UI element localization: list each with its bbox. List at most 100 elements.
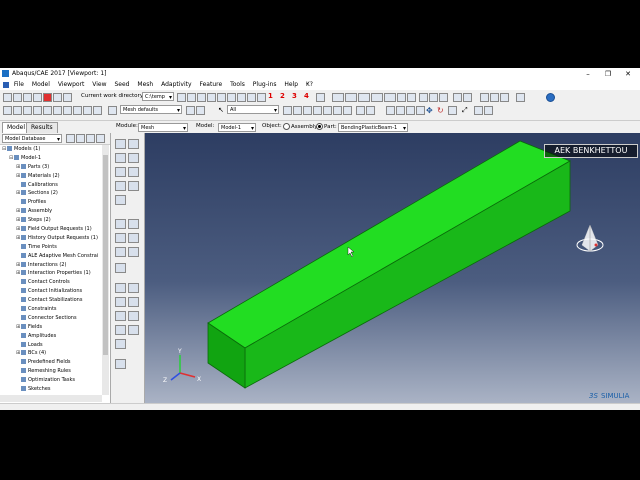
fit-arrows-icon[interactable]: ⤢ <box>462 106 469 114</box>
magnify-icon[interactable] <box>257 93 266 102</box>
tree-node[interactable]: Profiles <box>0 198 102 207</box>
verify-mesh-icon[interactable] <box>115 181 126 191</box>
select-arrow-icon[interactable]: ↖ <box>218 106 225 114</box>
edit-mesh-icon[interactable] <box>115 195 126 205</box>
menu-whats-this[interactable]: ₭? <box>306 80 313 90</box>
measure-icon[interactable] <box>128 311 139 321</box>
rotate-icon[interactable] <box>197 93 206 102</box>
grid-icon[interactable] <box>480 93 489 102</box>
render-hidden-icon[interactable] <box>345 93 357 102</box>
datum-point-icon[interactable] <box>115 283 126 293</box>
select-cell-icon[interactable] <box>313 106 322 115</box>
tree-node[interactable]: Connector Sections <box>0 314 102 323</box>
view-back-icon[interactable] <box>396 106 405 115</box>
session-icon[interactable] <box>3 82 9 88</box>
line-tool-icon[interactable] <box>419 93 428 102</box>
perspective-icon[interactable] <box>384 93 396 102</box>
mesh-region-icon[interactable] <box>128 153 139 163</box>
tree-node[interactable]: ⊞ Field Output Requests (1) <box>0 225 102 234</box>
tree-node[interactable]: ⊞ Parts (3) <box>0 163 102 172</box>
tree-node[interactable]: Contact Stabilizations <box>0 296 102 305</box>
render-filled-icon[interactable] <box>358 93 370 102</box>
tree-node[interactable]: ⊞ Fields <box>0 323 102 332</box>
viewport-canvas[interactable]: Y X Z 3S SIMULIA <box>145 133 640 403</box>
tree-node[interactable]: ⊟ Model-1 <box>0 154 102 163</box>
menu-view[interactable]: View <box>92 80 106 90</box>
partition-face-icon[interactable] <box>115 219 126 229</box>
surface-icon[interactable] <box>128 325 139 335</box>
model-combo[interactable]: Model-1 <box>218 123 256 132</box>
menu-model[interactable]: Model <box>32 80 50 90</box>
assign-icon[interactable] <box>43 106 52 115</box>
view-compass-icon[interactable] <box>576 224 604 252</box>
selection-filter-combo[interactable]: All <box>227 105 279 114</box>
datum-icon[interactable] <box>356 106 365 115</box>
auto-fit-icon[interactable] <box>484 106 493 115</box>
select-region-icon[interactable] <box>323 106 332 115</box>
view-1-button[interactable]: 1 <box>268 92 273 100</box>
tree-tool-icon[interactable] <box>96 134 105 143</box>
tree-node[interactable]: ⊞ Interaction Properties (1) <box>0 269 102 278</box>
tree-node[interactable]: Remeshing Rules <box>0 367 102 376</box>
material-icon[interactable] <box>23 106 32 115</box>
partition-extend-icon[interactable] <box>128 233 139 243</box>
tool-a-icon[interactable] <box>453 93 462 102</box>
stop-icon[interactable] <box>43 93 52 102</box>
menu-viewport[interactable]: Viewport <box>58 80 85 90</box>
box-select-icon[interactable] <box>187 93 196 102</box>
tree-node[interactable]: ⊞ Sections (2) <box>0 189 102 198</box>
beam-top-face[interactable] <box>207 140 571 349</box>
info-icon[interactable] <box>546 93 555 102</box>
select-edge-icon[interactable] <box>293 106 302 115</box>
tree-node[interactable]: Optimization Tasks <box>0 376 102 385</box>
tree-node[interactable]: ⊞ Steps (2) <box>0 216 102 225</box>
text-annotation-icon[interactable] <box>429 93 438 102</box>
virtual-topology-icon[interactable] <box>115 247 126 257</box>
rotate-view-icon[interactable]: ↻ <box>437 106 444 115</box>
assembly-radio[interactable]: Assembly <box>283 123 318 130</box>
menu-adaptivity[interactable]: Adaptivity <box>161 80 191 90</box>
mesh-stats-icon[interactable] <box>128 181 139 191</box>
part-radio[interactable]: Part: <box>316 123 337 130</box>
partition-edge-icon[interactable] <box>128 219 139 229</box>
fit-view-icon[interactable] <box>237 93 246 102</box>
menu-tools[interactable]: Tools <box>230 80 245 90</box>
mesh-defaults-icon[interactable] <box>108 106 117 115</box>
adaptive-icon[interactable] <box>115 263 126 273</box>
seed-part-icon[interactable] <box>115 139 126 149</box>
minimize-button[interactable]: – <box>580 69 596 79</box>
tree-node[interactable]: Loads <box>0 341 102 350</box>
arrow-annotation-icon[interactable] <box>439 93 448 102</box>
select-point-icon[interactable] <box>333 106 342 115</box>
save-icon[interactable] <box>23 93 32 102</box>
menu-seed[interactable]: Seed <box>114 80 129 90</box>
pointer-icon[interactable] <box>63 93 72 102</box>
section-icon[interactable] <box>33 106 42 115</box>
layout-icon[interactable] <box>490 93 499 102</box>
query-icon[interactable] <box>407 93 416 102</box>
tool-b-icon[interactable] <box>463 93 472 102</box>
tree-node[interactable]: ⊞ BCs (4) <box>0 349 102 358</box>
magnify-view-icon[interactable] <box>448 106 457 115</box>
tree-node[interactable]: ⊞ Interactions (2) <box>0 261 102 270</box>
partition-cell-icon[interactable] <box>115 233 126 243</box>
repair-icon[interactable] <box>128 247 139 257</box>
tree-expand-icon[interactable] <box>76 134 85 143</box>
tree-node[interactable]: Predefined Fields <box>0 358 102 367</box>
menu-mesh[interactable]: Mesh <box>137 80 153 90</box>
render-wireframe-icon[interactable] <box>332 93 344 102</box>
mesh-controls-icon[interactable] <box>115 167 126 177</box>
color-picker-icon[interactable] <box>196 106 205 115</box>
assembly-radio-dot[interactable] <box>283 123 290 130</box>
tree-filter-icon[interactable] <box>66 134 75 143</box>
workdir-combo[interactable]: C:\temp <box>142 92 174 101</box>
datum-csys-icon[interactable] <box>128 297 139 307</box>
part-combo[interactable]: BendingPlasticBeam-1 <box>338 123 408 132</box>
menu-plugins[interactable]: Plug-ins <box>253 80 277 90</box>
print-icon[interactable] <box>33 93 42 102</box>
set-icon[interactable] <box>115 325 126 335</box>
step-icon[interactable] <box>63 106 72 115</box>
tree-node[interactable]: Contact Controls <box>0 278 102 287</box>
zoom-out-icon[interactable] <box>474 106 483 115</box>
job-icon[interactable] <box>93 106 102 115</box>
